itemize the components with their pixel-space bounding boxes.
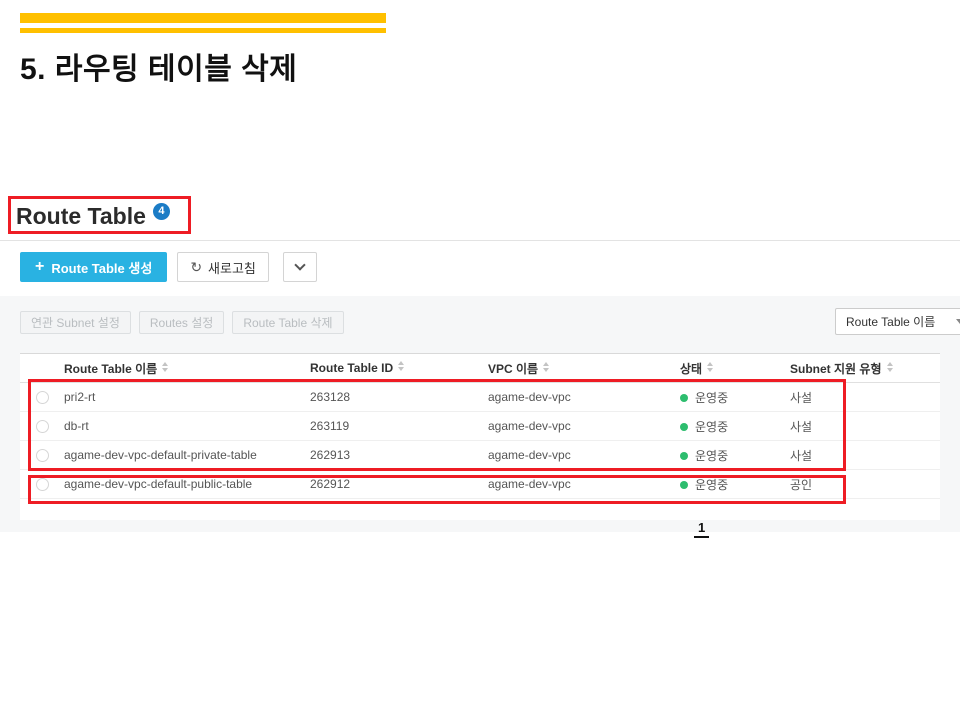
console-page-header: Route Table 4 (16, 200, 170, 232)
cell-id: 262913 (310, 448, 488, 462)
actions-row: + Route Table 생성 ↻ 새로고침 (20, 252, 317, 282)
page-title: Route Table (16, 203, 146, 230)
filter-field-label: Route Table 이름 (846, 313, 935, 330)
cell-vpc: agame-dev-vpc (488, 477, 680, 491)
row-checkbox[interactable] (36, 449, 49, 462)
table-row[interactable]: agame-dev-vpc-default-public-table 26291… (20, 470, 940, 499)
cell-vpc: agame-dev-vpc (488, 448, 680, 462)
accent-bar-top (20, 13, 386, 23)
filter-field-select[interactable]: Route Table 이름 (835, 308, 960, 335)
column-header-id[interactable]: Route Table ID (310, 361, 488, 375)
chevron-down-icon (956, 319, 960, 324)
sort-icon (543, 362, 549, 372)
sort-icon (707, 362, 713, 372)
more-actions-dropdown[interactable] (283, 252, 317, 282)
pagination-page-1[interactable]: 1 (694, 520, 709, 538)
count-badge: 4 (153, 203, 170, 220)
column-header-name[interactable]: Route Table 이름 (64, 360, 310, 377)
cell-vpc: agame-dev-vpc (488, 419, 680, 433)
status-dot-green (680, 452, 688, 460)
cell-status: 운영중 (680, 418, 790, 435)
column-header-status[interactable]: 상태 (680, 360, 790, 377)
row-checkbox[interactable] (36, 391, 49, 404)
refresh-button[interactable]: ↻ 새로고침 (177, 252, 269, 282)
sort-icon (887, 362, 893, 372)
route-table-list: Route Table 이름 Route Table ID VPC 이름 상태 … (20, 353, 940, 520)
cell-id: 263119 (310, 419, 488, 433)
table-row[interactable]: db-rt 263119 agame-dev-vpc 운영중 사설 (20, 412, 940, 441)
row-checkbox[interactable] (36, 478, 49, 491)
cell-name: db-rt (64, 419, 310, 433)
accent-bar-bottom (20, 28, 386, 33)
chevron-down-icon (294, 259, 305, 270)
create-button-label: Route Table 생성 (51, 258, 152, 277)
associate-subnet-button[interactable]: 연관 Subnet 설정 (20, 311, 131, 334)
cell-subnet-type: 사설 (790, 418, 940, 435)
cell-id: 263128 (310, 390, 488, 404)
refresh-button-label: 새로고침 (208, 258, 256, 277)
cell-name: agame-dev-vpc-default-public-table (64, 477, 310, 491)
cell-id: 262912 (310, 477, 488, 491)
table-row[interactable]: pri2-rt 263128 agame-dev-vpc 운영중 사설 (20, 383, 940, 412)
cell-status: 운영중 (680, 476, 790, 493)
cell-subnet-type: 사설 (790, 389, 940, 406)
cell-status: 운영중 (680, 389, 790, 406)
status-dot-green (680, 423, 688, 431)
pagination: 1 (694, 519, 709, 537)
cell-name: agame-dev-vpc-default-private-table (64, 448, 310, 462)
routes-settings-button[interactable]: Routes 설정 (139, 311, 224, 334)
column-header-subnet-type[interactable]: Subnet 지원 유형 (790, 360, 940, 377)
refresh-icon: ↻ (190, 259, 202, 276)
column-header-vpc[interactable]: VPC 이름 (488, 360, 680, 377)
bulk-actions-row: 연관 Subnet 설정 Routes 설정 Route Table 삭제 (20, 311, 344, 334)
list-panel: 연관 Subnet 설정 Routes 설정 Route Table 삭제 Ro… (0, 296, 960, 532)
status-dot-green (680, 481, 688, 489)
table-header-row: Route Table 이름 Route Table ID VPC 이름 상태 … (20, 354, 940, 383)
cell-name: pri2-rt (64, 390, 310, 404)
cell-subnet-type: 사설 (790, 447, 940, 464)
table-row[interactable]: agame-dev-vpc-default-private-table 2629… (20, 441, 940, 470)
status-dot-green (680, 394, 688, 402)
sort-icon (398, 361, 404, 371)
create-route-table-button[interactable]: + Route Table 생성 (20, 252, 167, 282)
sort-icon (162, 362, 168, 372)
cell-subnet-type: 공인 (790, 476, 940, 493)
row-checkbox[interactable] (36, 420, 49, 433)
delete-route-table-button[interactable]: Route Table 삭제 (232, 311, 343, 334)
slide-title: 5. 라우팅 테이블 삭제 (20, 44, 297, 88)
header-divider (0, 240, 960, 241)
cell-status: 운영중 (680, 447, 790, 464)
cell-vpc: agame-dev-vpc (488, 390, 680, 404)
plus-icon: + (35, 258, 44, 276)
